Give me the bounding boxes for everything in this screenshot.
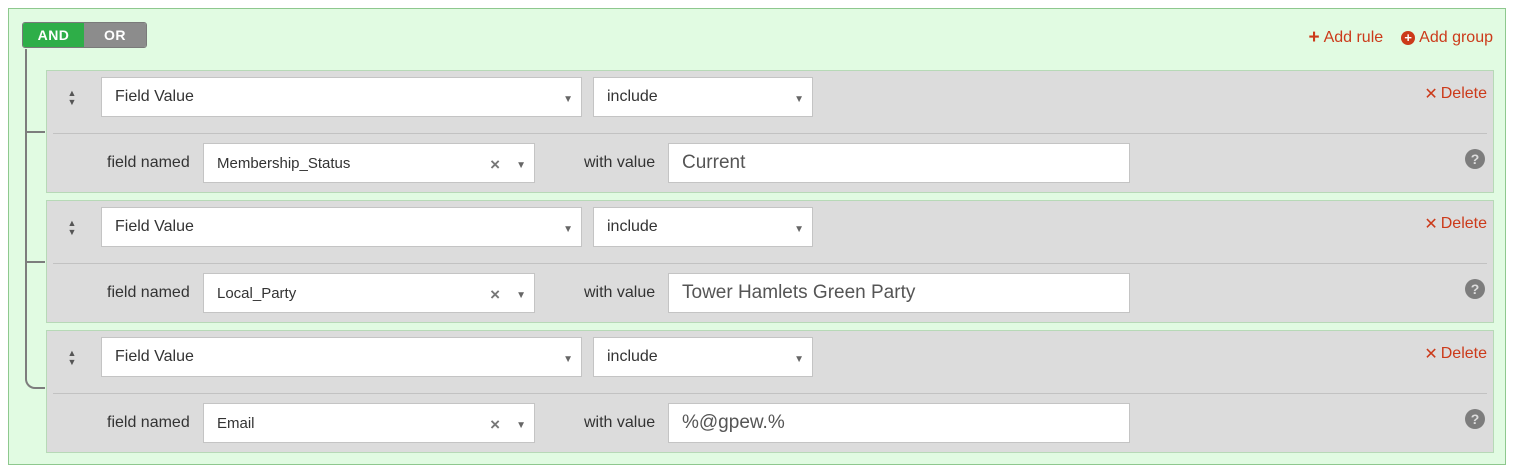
conjunction-toggle: AND OR <box>22 22 147 48</box>
rule-row: ▲ ▼ Field Value ▼ include ▼ ✕ Delete fiel… <box>46 200 1494 323</box>
field-value: Email <box>217 414 255 432</box>
operator-select[interactable]: include ▼ <box>593 207 813 247</box>
clear-x-icon[interactable]: × <box>490 285 500 305</box>
question-circle-icon[interactable]: ? <box>1465 149 1485 169</box>
with-value-label: with value <box>584 284 656 301</box>
field-named-label: field named <box>107 154 190 171</box>
delete-label: Delete <box>1440 215 1487 232</box>
operator-value: include <box>607 348 658 365</box>
with-value-label: with value <box>584 154 656 171</box>
divider <box>53 133 1487 134</box>
rule-group: AND OR + Add rule + Add group ▲ ▼ Field V… <box>8 8 1506 465</box>
rule-type-select[interactable]: Field Value ▼ <box>101 77 582 117</box>
rule-type-select[interactable]: Field Value ▼ <box>101 337 582 377</box>
clear-x-icon[interactable]: × <box>490 155 500 175</box>
delete-rule-button[interactable]: ✕ Delete <box>1424 84 1487 104</box>
tree-connector <box>25 49 27 375</box>
times-icon: ✕ <box>1424 346 1438 363</box>
field-named-label: field named <box>107 414 190 431</box>
field-select[interactable]: Membership_Status × ▼ <box>203 143 535 183</box>
delete-label: Delete <box>1440 85 1487 102</box>
plus-icon: + <box>1308 27 1320 48</box>
divider <box>53 263 1487 264</box>
delete-rule-button[interactable]: ✕ Delete <box>1424 214 1487 234</box>
value-text: Tower Hamlets Green Party <box>682 282 916 303</box>
chevron-down-icon: ▼ <box>516 420 526 431</box>
add-rule-button[interactable]: + Add rule <box>1308 27 1384 48</box>
plus-circle-icon: + <box>1401 31 1416 45</box>
value-input[interactable]: Tower Hamlets Green Party <box>668 273 1130 313</box>
with-value-label: with value <box>584 414 656 431</box>
field-select[interactable]: Email × ▼ <box>203 403 535 443</box>
rule-type-value: Field Value <box>115 348 194 365</box>
delete-rule-button[interactable]: ✕ Delete <box>1424 344 1487 364</box>
operator-select[interactable]: include ▼ <box>593 77 813 117</box>
sort-handle-icon[interactable]: ▲ ▼ <box>62 218 82 238</box>
field-value: Local_Party <box>217 284 297 302</box>
delete-label: Delete <box>1440 345 1487 362</box>
chevron-down-icon: ▼ <box>516 290 526 301</box>
sort-handle-icon[interactable]: ▲ ▼ <box>62 348 82 368</box>
chevron-down-icon: ▼ <box>794 354 804 365</box>
add-group-label: Add group <box>1419 29 1493 46</box>
add-group-button[interactable]: + Add group <box>1401 29 1493 47</box>
add-rule-label: Add rule <box>1323 29 1384 46</box>
field-value: Membership_Status <box>217 154 351 172</box>
rule-row: ▲ ▼ Field Value ▼ include ▼ ✕ Delete fiel… <box>46 70 1494 193</box>
clear-x-icon[interactable]: × <box>490 415 500 435</box>
question-circle-icon[interactable]: ? <box>1465 409 1485 429</box>
question-circle-icon[interactable]: ? <box>1465 279 1485 299</box>
chevron-down-icon: ▼ <box>794 94 804 105</box>
operator-select[interactable]: include ▼ <box>593 337 813 377</box>
and-button[interactable]: AND <box>23 23 84 47</box>
rule-type-select[interactable]: Field Value ▼ <box>101 207 582 247</box>
chevron-down-icon: ▼ <box>563 354 573 365</box>
chevron-down-icon: ▼ <box>563 224 573 235</box>
chevron-down-icon: ▼ <box>516 160 526 171</box>
value-input[interactable]: %@gpew.% <box>668 403 1130 443</box>
rule-row: ▲ ▼ Field Value ▼ include ▼ ✕ Delete fiel… <box>46 330 1494 453</box>
tree-branch-end <box>25 373 45 389</box>
value-text: Current <box>682 152 746 173</box>
rule-type-value: Field Value <box>115 88 194 105</box>
tree-branch <box>25 131 45 133</box>
sort-handle-icon[interactable]: ▲ ▼ <box>62 88 82 108</box>
group-actions: + Add rule + Add group <box>1308 27 1493 48</box>
value-text: %@gpew.% <box>682 412 785 433</box>
times-icon: ✕ <box>1424 86 1438 103</box>
field-select[interactable]: Local_Party × ▼ <box>203 273 535 313</box>
times-icon: ✕ <box>1424 216 1438 233</box>
divider <box>53 393 1487 394</box>
operator-value: include <box>607 218 658 235</box>
chevron-down-icon: ▼ <box>563 94 573 105</box>
value-input[interactable]: Current <box>668 143 1130 183</box>
or-button[interactable]: OR <box>84 23 146 47</box>
field-named-label: field named <box>107 284 190 301</box>
tree-branch <box>25 261 45 263</box>
chevron-down-icon: ▼ <box>794 224 804 235</box>
rule-type-value: Field Value <box>115 218 194 235</box>
operator-value: include <box>607 88 658 105</box>
